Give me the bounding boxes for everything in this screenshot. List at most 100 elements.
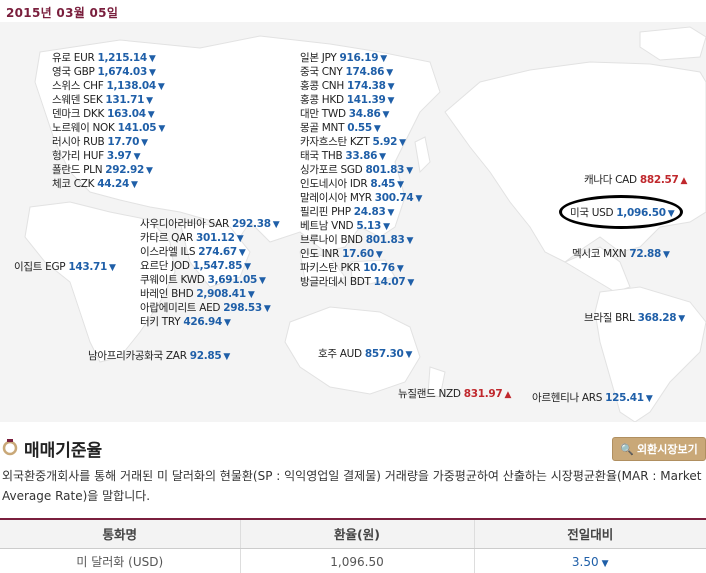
rate-item[interactable]: 인도 INR 17.60 ▼: [300, 248, 383, 262]
rate-item[interactable]: 요르단 JOD 1,547.85 ▼: [140, 260, 251, 274]
down-arrow-icon: ▼: [141, 138, 148, 148]
rate-item[interactable]: 남아프리카공화국 ZAR 92.85 ▼: [88, 350, 230, 364]
rate-label: 방글라데시 BDT: [300, 276, 371, 288]
fx-market-button[interactable]: 🔍 외환시장보기: [612, 437, 706, 461]
rate-value: 831.97: [463, 388, 503, 400]
rate-value: 801.83: [365, 234, 405, 246]
down-arrow-icon: ▼: [383, 222, 390, 232]
rate-item[interactable]: 베트남 VND 5.13 ▼: [300, 220, 390, 234]
rate-item[interactable]: 중국 CNY 174.86 ▼: [300, 66, 393, 80]
down-arrow-icon: ▼: [387, 96, 395, 106]
up-arrow-icon: ▲: [680, 176, 688, 186]
rate-item[interactable]: 노르웨이 NOK 141.05 ▼: [52, 122, 165, 136]
rate-label: 필리핀 PHP: [300, 206, 351, 218]
rate-item[interactable]: 헝가리 HUF 3.97 ▼: [52, 150, 140, 164]
rate-item[interactable]: 카자흐스탄 KZT 5.92 ▼: [300, 136, 406, 150]
rate-item[interactable]: 홍콩 HKD 141.39 ▼: [300, 94, 394, 108]
rate-label: 대만 TWD: [300, 108, 346, 120]
rate-value: 916.19: [339, 52, 379, 64]
rate-label: 멕시코 MXN: [572, 248, 627, 260]
col-currency-header: 통화명: [0, 518, 240, 549]
rate-value: 34.86: [348, 108, 381, 120]
down-arrow-icon: ▼: [405, 350, 413, 360]
rate-value: 131.71: [105, 94, 145, 106]
description-text: 외국환중개회사를 통해 거래된 미 달러화의 현물환(SP : 익익영업일 결제…: [2, 469, 702, 503]
rate-value: 292.92: [105, 164, 144, 176]
rate-item[interactable]: 방글라데시 BDT 14.07 ▼: [300, 276, 414, 290]
rate-item[interactable]: 폴란드 PLN 292.92 ▼: [52, 164, 153, 178]
rate-item[interactable]: 대만 TWD 34.86 ▼: [300, 108, 389, 122]
down-arrow-icon: ▼: [158, 124, 165, 134]
rate-label: 스위스 CHF: [52, 80, 104, 92]
rate-value: 163.04: [107, 108, 146, 120]
rate-value: 174.86: [345, 66, 385, 78]
rate-item[interactable]: 일본 JPY 916.19 ▼: [300, 52, 387, 66]
rate-item[interactable]: 싱가포르 SGD 801.83 ▼: [300, 164, 413, 178]
rate-label: 아랍에미리트 AED: [140, 302, 221, 314]
rate-item[interactable]: 러시아 RUB 17.70 ▼: [52, 136, 148, 150]
rate-item[interactable]: 몽골 MNT 0.55 ▼: [300, 122, 381, 136]
rate-label: 이집트 EGP: [14, 261, 66, 273]
down-arrow-icon: ▼: [272, 220, 280, 230]
rate-item[interactable]: 유로 EUR 1,215.14 ▼: [52, 52, 156, 66]
rate-item[interactable]: 이스라엘 ILS 274.67 ▼: [140, 246, 246, 260]
rate-item[interactable]: 영국 GBP 1,674.03 ▼: [52, 66, 156, 80]
down-arrow-icon: ▼: [373, 124, 381, 134]
rate-item[interactable]: 사우디아라비아 SAR 292.38 ▼: [140, 218, 280, 232]
down-arrow-icon: ▼: [601, 558, 609, 569]
rate-item[interactable]: 브루나이 BND 801.83 ▼: [300, 234, 413, 248]
rate-value: 300.74: [374, 192, 414, 204]
rate-item[interactable]: 터키 TRY 426.94 ▼: [140, 316, 231, 330]
rate-item[interactable]: 브라질 BRL 368.28 ▼: [584, 312, 685, 326]
rate-item[interactable]: 이집트 EGP 143.71 ▼: [14, 261, 116, 275]
rate-label: 중국 CNY: [300, 66, 343, 78]
rate-item[interactable]: 아르헨티나 ARS 125.41 ▼: [532, 392, 653, 406]
rate-item[interactable]: 필리핀 PHP 24.83 ▼: [300, 206, 394, 220]
rate-item[interactable]: 쿠웨이트 KWD 3,691.05 ▼: [140, 274, 266, 288]
rate-value: 10.76: [363, 262, 395, 274]
rate-item[interactable]: 말레이시아 MYR 300.74 ▼: [300, 192, 422, 206]
rate-label: 러시아 RUB: [52, 136, 105, 148]
rate-value: 92.85: [189, 350, 222, 362]
rate-item[interactable]: 호주 AUD 857.30 ▼: [318, 348, 412, 362]
rate-value: 174.38: [346, 80, 386, 92]
rate-label: 터키 TRY: [140, 316, 181, 328]
rate-item[interactable]: 덴마크 DKK 163.04 ▼: [52, 108, 155, 122]
cell-change: 3.50 ▼: [473, 548, 706, 573]
change-value: 3.50: [571, 554, 599, 569]
down-arrow-icon: ▼: [415, 194, 423, 204]
rate-item[interactable]: 스웨덴 SEK 131.71 ▼: [52, 94, 153, 108]
rate-item[interactable]: 체코 CZK 44.24 ▼: [52, 178, 138, 192]
rate-item[interactable]: 홍콩 CNH 174.38 ▼: [300, 80, 395, 94]
rate-label: 파키스탄 PKR: [300, 262, 361, 274]
rate-value: 857.30: [364, 348, 404, 360]
rate-item[interactable]: 멕시코 MXN 72.88 ▼: [572, 248, 670, 262]
rate-label: 쿠웨이트 KWD: [140, 274, 205, 286]
rate-item[interactable]: 뉴질랜드 NZD 831.97 ▲: [398, 388, 511, 402]
down-arrow-icon: ▼: [147, 110, 155, 120]
rate-value: 801.83: [365, 164, 405, 176]
rate-value: 17.70: [107, 136, 140, 148]
rate-item[interactable]: 아랍에미리트 AED 298.53 ▼: [140, 302, 271, 316]
section-title: 매매기준율: [24, 441, 103, 461]
rate-item[interactable]: 파키스탄 PKR 10.76 ▼: [300, 262, 404, 276]
rate-label: 유로 EUR: [52, 52, 95, 64]
rate-label: 말레이시아 MYR: [300, 192, 372, 204]
rate-value: 1,547.85: [192, 260, 243, 272]
rate-value: 301.12: [195, 232, 235, 244]
down-arrow-icon: ▼: [148, 68, 156, 78]
col-change-header: 전일대비: [473, 518, 706, 549]
down-arrow-icon: ▼: [663, 250, 670, 260]
rate-item[interactable]: 캐나다 CAD 882.57 ▲: [584, 174, 687, 188]
rate-item[interactable]: 인도네시아 IDR 8.45 ▼: [300, 178, 404, 192]
rate-item[interactable]: 바레인 BHD 2,908.41 ▼: [140, 288, 255, 302]
rate-value: 292.38: [232, 218, 271, 230]
rate-value: 274.67: [198, 246, 237, 258]
rate-item[interactable]: 스위스 CHF 1,138.04 ▼: [52, 80, 165, 94]
down-arrow-icon: ▼: [396, 264, 404, 274]
rate-item[interactable]: 카타르 QAR 301.12 ▼: [140, 232, 244, 246]
down-arrow-icon: ▼: [247, 290, 255, 300]
rate-value: 882.57: [639, 174, 679, 186]
rate-item[interactable]: 태국 THB 33.86 ▼: [300, 150, 386, 164]
rate-label: 폴란드 PLN: [52, 164, 103, 176]
